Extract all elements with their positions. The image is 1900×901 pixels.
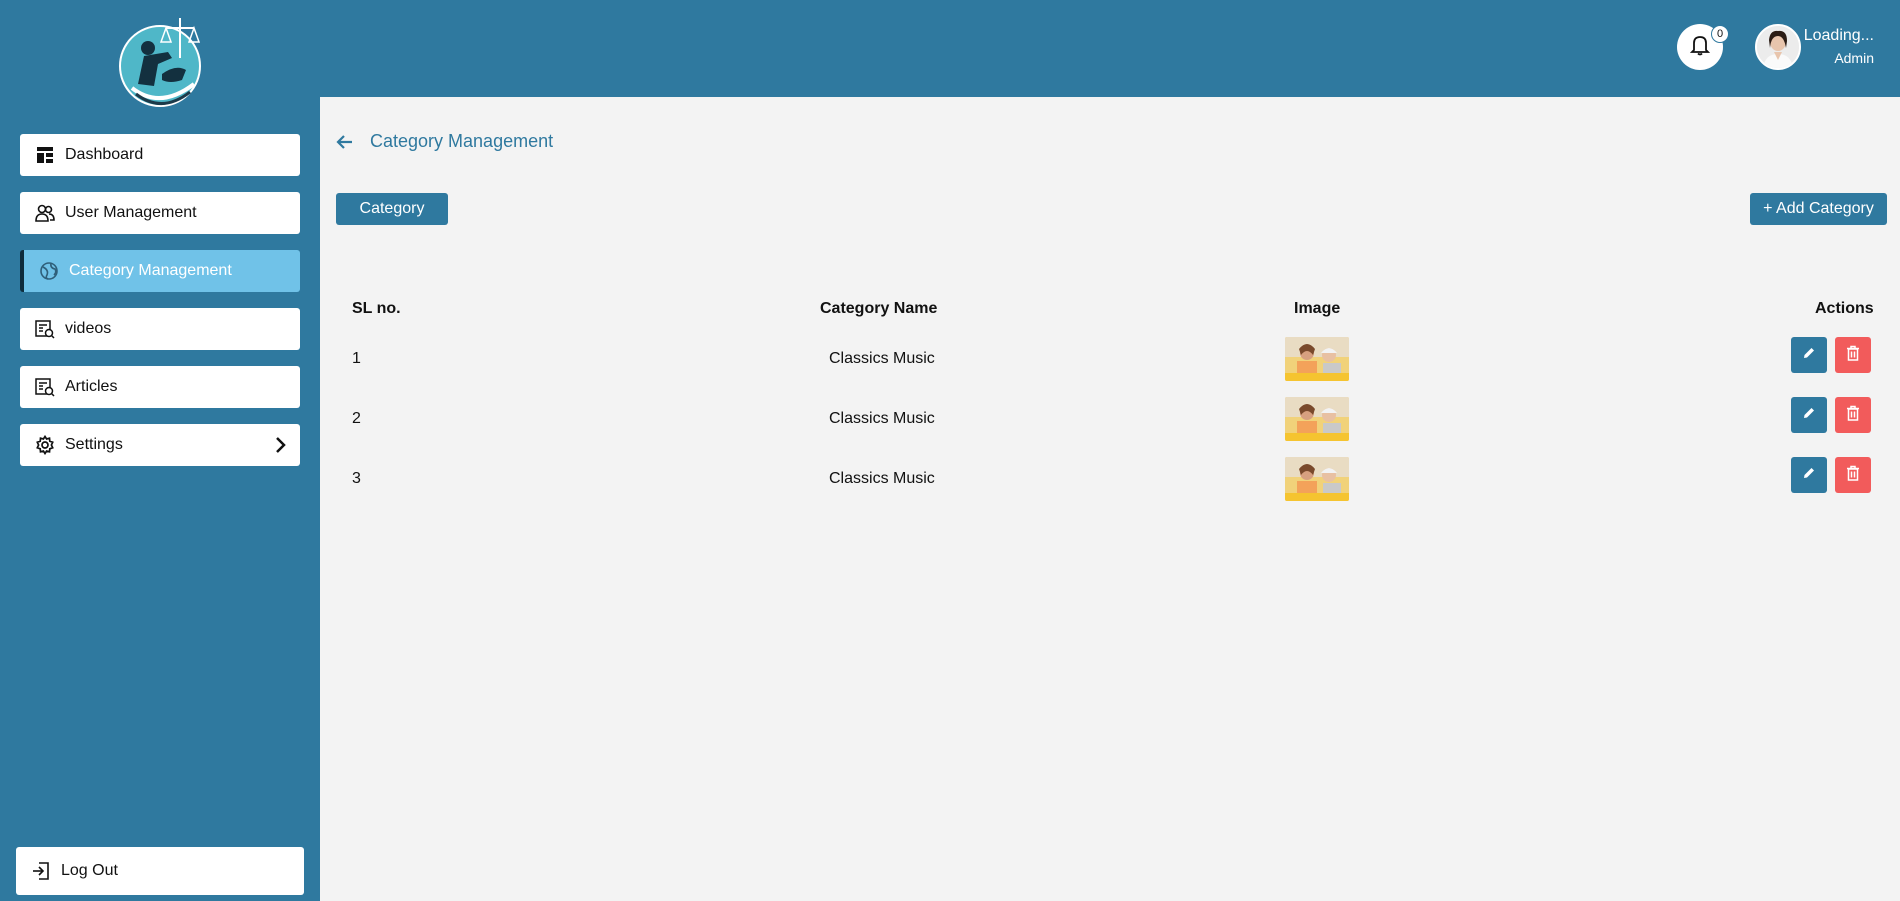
row-1-edit-button[interactable] [1791,337,1827,373]
users-icon [34,202,56,224]
row-3-sl: 3 [352,470,361,487]
sidebar-item-label: Dashboard [65,146,144,163]
sidebar-item-category-management[interactable]: Category Management [20,250,300,292]
category-icon [38,260,60,282]
user-role: Admin [1834,50,1874,66]
back-arrow-icon[interactable] [336,132,356,152]
bell-icon [1689,34,1711,61]
row-1-delete-button[interactable] [1835,337,1871,373]
notification-badge: 0 [1711,25,1729,43]
category-button[interactable]: Category [336,193,448,225]
row-2-sl: 2 [352,410,361,427]
sidebar-item-label: Articles [65,378,118,395]
table-header-image: Image [1294,300,1341,317]
trash-icon [1846,465,1860,486]
sidebar-item-user-management[interactable]: User Management [20,192,300,234]
top-bar [320,0,1900,97]
gear-icon [34,434,56,456]
row-1-category-name: Classics Music [829,350,935,367]
row-2-category-name: Classics Music [829,410,935,427]
trash-icon [1846,405,1860,426]
row-1-category-image [1285,337,1349,381]
dashboard-icon [34,144,56,166]
row-3-category-image [1285,457,1349,501]
user-name: Loading... [1803,27,1874,44]
sidebar-item-dashboard[interactable]: Dashboard [20,134,300,176]
table-header-actions: Actions [1815,300,1874,317]
pencil-icon [1802,466,1816,485]
pencil-icon [1802,346,1816,365]
avatar[interactable] [1755,24,1801,70]
sidebar-item-videos[interactable]: videos [20,308,300,350]
row-2-delete-button[interactable] [1835,397,1871,433]
chevron-right-icon [274,435,288,460]
table-header-sl: SL no. [352,300,401,317]
table-header-category-name: Category Name [820,300,938,317]
page-header: Category Management [336,131,553,152]
logout-button[interactable]: Log Out [16,847,304,895]
row-2-category-image [1285,397,1349,441]
sidebar-item-settings[interactable]: Settings [20,424,300,466]
sidebar-item-label: videos [65,320,112,337]
logout-icon [30,860,52,882]
pencil-icon [1802,406,1816,425]
row-2-edit-button[interactable] [1791,397,1827,433]
sidebar: Dashboard User Management Category Manag… [0,0,320,901]
videos-icon [34,318,56,340]
app-logo [118,14,206,108]
add-category-button[interactable]: + Add Category [1750,193,1887,225]
trash-icon [1846,345,1860,366]
sidebar-item-articles[interactable]: Articles [20,366,300,408]
row-3-category-name: Classics Music [829,470,935,487]
sidebar-item-label: Category Management [69,262,232,279]
row-3-delete-button[interactable] [1835,457,1871,493]
row-3-edit-button[interactable] [1791,457,1827,493]
sidebar-item-label: Settings [65,436,123,453]
articles-icon [34,376,56,398]
row-1-sl: 1 [352,350,361,367]
sidebar-item-label: User Management [65,204,197,221]
page-title: Category Management [370,131,554,151]
logout-label: Log Out [61,862,118,879]
